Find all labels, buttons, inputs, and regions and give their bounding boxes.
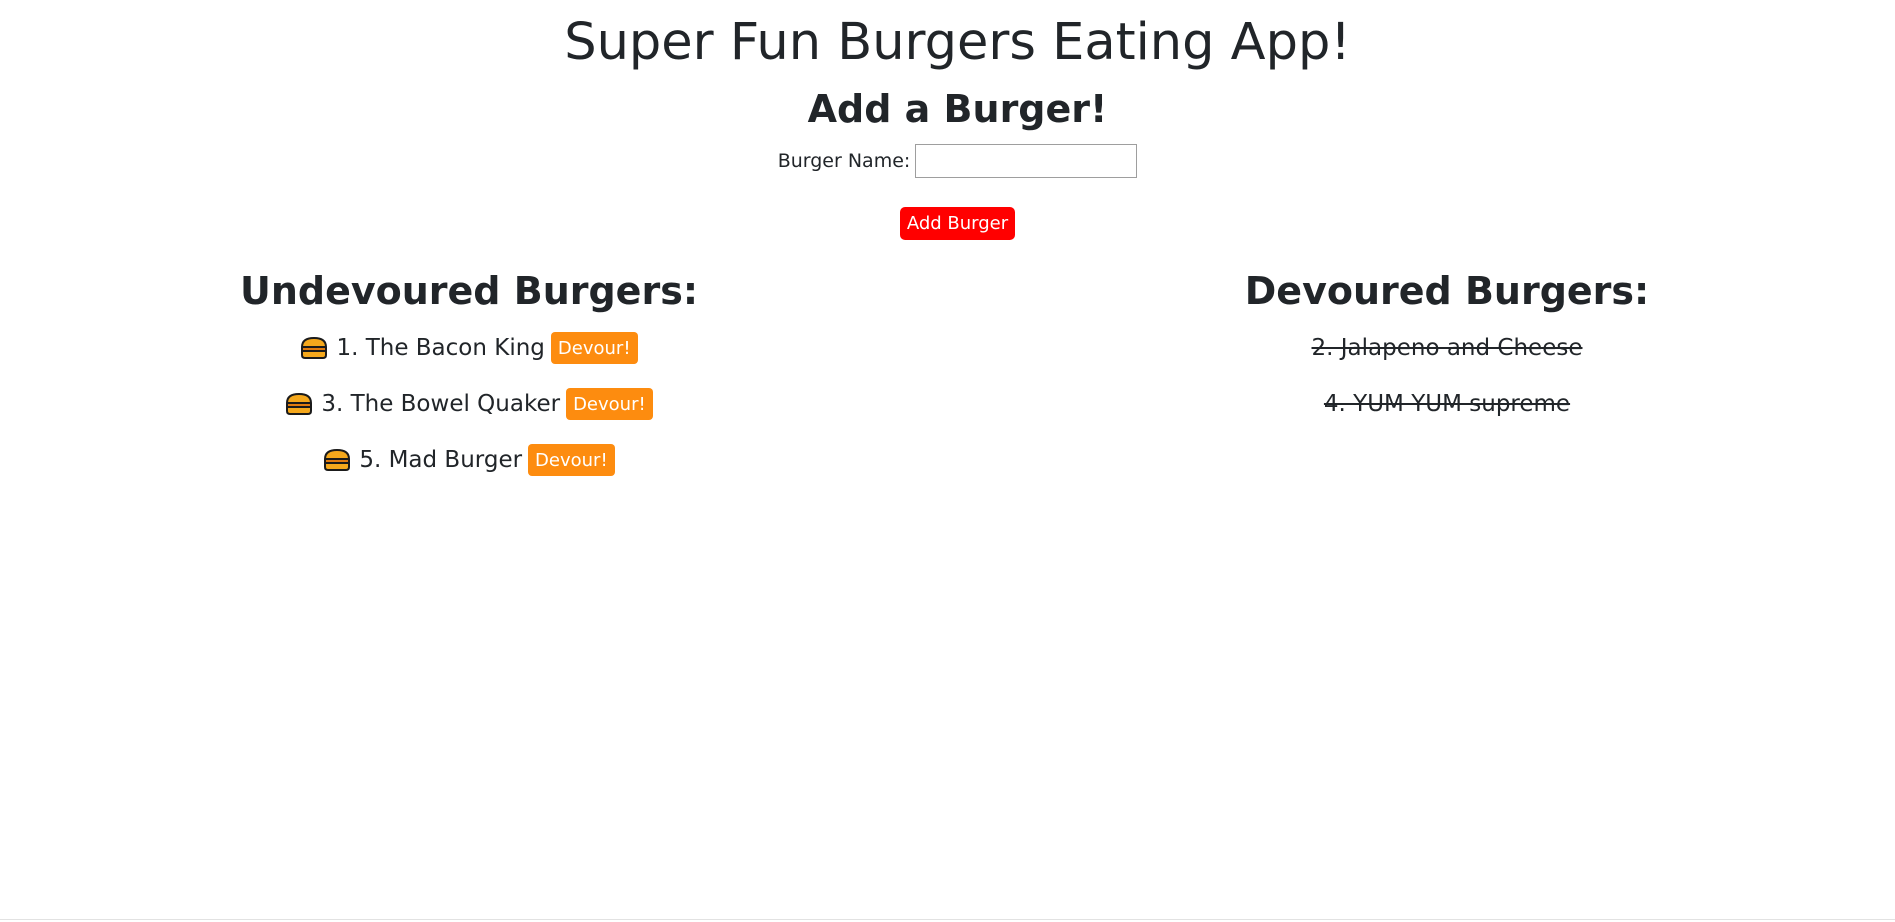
undevoured-column: Undevoured Burgers: 1. The Bacon King De…	[228, 262, 710, 488]
burger-name-input[interactable]	[915, 144, 1138, 178]
list-item: 1. The Bacon King Devour!	[228, 320, 710, 376]
burger-icon	[301, 336, 328, 359]
add-burger-heading: Add a Burger!	[807, 87, 1108, 131]
add-burger-button[interactable]: Add Burger	[899, 207, 1016, 240]
burger-icon	[286, 392, 313, 415]
list-item: 3. The Bowel Quaker Devour!	[228, 376, 710, 432]
devour-button[interactable]: Devour!	[566, 388, 653, 420]
add-burger-row: Add Burger	[0, 207, 1895, 240]
devour-button[interactable]: Devour!	[528, 444, 615, 476]
burger-name: 1. The Bacon King	[336, 335, 545, 361]
undevoured-heading: Undevoured Burgers:	[239, 269, 699, 313]
list-item: 5. Mad Burger Devour!	[228, 432, 710, 488]
devoured-burger-name: 2. Jalapeno and Cheese	[1311, 335, 1583, 361]
devoured-list: 2. Jalapeno and Cheese 4. YUM YUM suprem…	[1206, 320, 1688, 432]
list-item: 4. YUM YUM supreme	[1206, 376, 1688, 432]
burger-form: Burger Name:	[0, 144, 1895, 178]
list-item: 2. Jalapeno and Cheese	[1206, 320, 1688, 376]
divider	[0, 919, 1895, 920]
devoured-column: Devoured Burgers: 2. Jalapeno and Cheese…	[1206, 262, 1688, 432]
page: Super Fun Burgers Eating App! Add a Burg…	[0, 0, 1895, 922]
burger-name: 3. The Bowel Quaker	[321, 391, 561, 417]
burger-name: 5. Mad Burger	[359, 447, 523, 473]
devoured-burger-name: 4. YUM YUM supreme	[1323, 391, 1571, 417]
undevoured-list: 1. The Bacon King Devour! 3. The Bowel Q…	[228, 320, 710, 488]
burger-icon	[324, 448, 351, 471]
burger-name-label: Burger Name:	[777, 150, 911, 172]
page-title: Super Fun Burgers Eating App!	[564, 13, 1351, 72]
devour-button[interactable]: Devour!	[550, 332, 638, 364]
devoured-heading: Devoured Burgers:	[1244, 269, 1650, 313]
